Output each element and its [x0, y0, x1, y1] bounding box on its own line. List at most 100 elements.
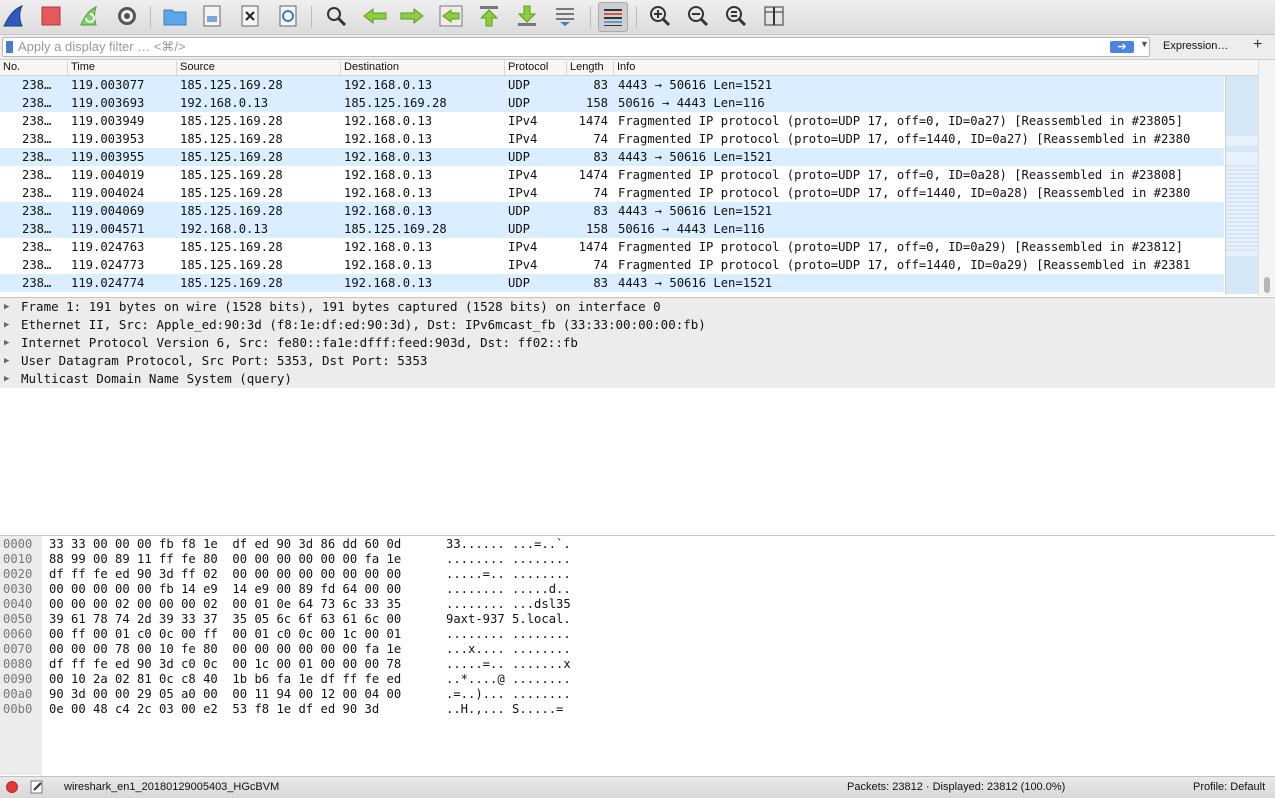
last-packet-icon[interactable]	[513, 2, 541, 30]
scrollbar-thumb[interactable]	[1264, 277, 1270, 293]
column-source[interactable]: Source	[176, 61, 215, 75]
packet-length: 74	[593, 132, 608, 146]
packet-source: 185.125.169.28	[180, 258, 283, 272]
packet-source: 185.125.169.28	[180, 240, 283, 254]
packet-time: 119.003955	[71, 150, 145, 164]
back-arrow-icon[interactable]	[361, 2, 389, 30]
packet-length: 1474	[578, 168, 608, 182]
table-row[interactable]: 238… 119.003949 185.125.169.28 192.168.0…	[0, 112, 1224, 130]
go-to-packet-icon[interactable]	[437, 2, 465, 30]
packet-length: 83	[593, 276, 608, 290]
zoom-normal-icon[interactable]	[722, 2, 750, 30]
detail-text: Multicast Domain Name System (query)	[21, 371, 292, 386]
column-length[interactable]: Length	[566, 61, 604, 75]
forward-arrow-icon[interactable]	[398, 2, 426, 30]
zoom-out-icon[interactable]	[684, 2, 712, 30]
options-gear-icon[interactable]	[113, 2, 141, 30]
packet-length: 83	[593, 204, 608, 218]
detail-ethernet[interactable]: ▶ Ethernet II, Src: Apple_ed:90:3d (f8:1…	[0, 316, 1275, 334]
byte-ascii: 33...... ...=..`.	[446, 537, 571, 551]
detail-udp[interactable]: ▶ User Datagram Protocol, Src Port: 5353…	[0, 352, 1275, 370]
apply-filter-arrow-icon[interactable]: ➔	[1110, 41, 1134, 53]
byte-offset: 0050	[3, 612, 33, 626]
expand-triangle-icon[interactable]: ▶	[4, 316, 9, 334]
autoscroll-icon[interactable]	[551, 2, 579, 30]
packet-destination: 192.168.0.13	[344, 258, 433, 272]
packet-length: 74	[593, 258, 608, 272]
packet-destination: 192.168.0.13	[344, 132, 433, 146]
packet-length: 83	[593, 150, 608, 164]
find-icon[interactable]	[322, 2, 350, 30]
expert-info-icon[interactable]	[6, 781, 18, 793]
restart-icon[interactable]	[75, 2, 103, 30]
open-folder-icon[interactable]	[161, 2, 189, 30]
byte-offset: 0080	[3, 657, 33, 671]
expand-triangle-icon[interactable]: ▶	[4, 298, 9, 316]
bookmark-icon[interactable]	[6, 41, 13, 53]
colorize-icon[interactable]	[598, 2, 628, 32]
expand-triangle-icon[interactable]: ▶	[4, 334, 9, 352]
expand-triangle-icon[interactable]: ▶	[4, 352, 9, 370]
stop-icon[interactable]	[37, 2, 65, 30]
packet-protocol: IPv4	[508, 168, 538, 182]
capture-file-name: wireshark_en1_20180129005403_HGcBVM	[64, 781, 280, 793]
expression-button[interactable]: Expression…	[1163, 40, 1228, 52]
table-row[interactable]: 238… 119.003953 185.125.169.28 192.168.0…	[0, 130, 1224, 148]
table-row[interactable]: 238… 119.004024 185.125.169.28 192.168.0…	[0, 184, 1224, 202]
byte-offset: 0040	[3, 597, 33, 611]
packet-destination: 192.168.0.13	[344, 114, 433, 128]
packet-protocol: IPv4	[508, 240, 538, 254]
save-file-icon[interactable]	[198, 2, 226, 30]
byte-ascii: .=..)... ........	[446, 687, 571, 701]
table-row[interactable]: 238… 119.003077 185.125.169.28 192.168.0…	[0, 76, 1224, 94]
packet-time: 119.024773	[71, 258, 145, 272]
table-row[interactable]: 238… 119.024763 185.125.169.28 192.168.0…	[0, 238, 1224, 256]
column-destination[interactable]: Destination	[340, 61, 399, 75]
packet-no: 238…	[22, 204, 52, 218]
display-filter-input[interactable]: Apply a display filter … <⌘/> ➔ ▼	[2, 37, 1150, 57]
capture-comment-icon[interactable]	[30, 780, 44, 797]
packet-minimap[interactable]	[1225, 76, 1258, 294]
column-info[interactable]: Info	[613, 61, 635, 75]
profile-selector[interactable]: Profile: Default	[1193, 781, 1265, 793]
detail-frame[interactable]: ▶ Frame 1: 191 bytes on wire (1528 bits)…	[0, 298, 1275, 316]
add-filter-button[interactable]: +	[1253, 36, 1262, 54]
byte-ascii: ...x.... ........	[446, 642, 571, 656]
column-time[interactable]: Time	[67, 61, 95, 75]
close-file-icon[interactable]	[236, 2, 264, 30]
packet-no: 238…	[22, 168, 52, 182]
table-row[interactable]: 238… 119.003955 185.125.169.28 192.168.0…	[0, 148, 1224, 166]
shark-fin-icon[interactable]	[0, 2, 28, 30]
byte-offset: 00a0	[3, 687, 33, 701]
resize-columns-icon[interactable]	[760, 2, 788, 30]
table-row[interactable]: 238… 119.004019 185.125.169.28 192.168.0…	[0, 166, 1224, 184]
column-protocol[interactable]: Protocol	[504, 61, 548, 75]
packet-details-pane: ▶ Frame 1: 191 bytes on wire (1528 bits)…	[0, 297, 1275, 535]
expand-triangle-icon[interactable]: ▶	[4, 370, 9, 388]
detail-mdns[interactable]: ▶ Multicast Domain Name System (query)	[0, 370, 1275, 388]
byte-offset: 0090	[3, 672, 33, 686]
packet-no: 238…	[22, 150, 52, 164]
packet-protocol: UDP	[508, 78, 531, 92]
column-no[interactable]: No.	[0, 61, 20, 75]
packet-destination: 192.168.0.13	[344, 168, 433, 182]
packet-count: Packets: 23812 · Displayed: 23812 (100.0…	[847, 781, 1066, 793]
byte-ascii: ........ ...dsl35	[446, 597, 571, 611]
byte-offset: 0070	[3, 642, 33, 656]
detail-ipv6[interactable]: ▶ Internet Protocol Version 6, Src: fe80…	[0, 334, 1275, 352]
reload-icon[interactable]	[274, 2, 302, 30]
table-row[interactable]: 238… 119.003693 192.168.0.13 185.125.169…	[0, 94, 1224, 112]
first-packet-icon[interactable]	[475, 2, 503, 30]
chevron-down-icon[interactable]: ▼	[1140, 39, 1149, 49]
table-row[interactable]: 238… 119.024773 185.125.169.28 192.168.0…	[0, 256, 1224, 274]
packet-time: 119.004069	[71, 204, 145, 218]
table-row[interactable]: 238… 119.024774 185.125.169.28 192.168.0…	[0, 274, 1224, 292]
packet-destination: 192.168.0.13	[344, 150, 433, 164]
detail-text: Ethernet II, Src: Apple_ed:90:3d (f8:1e:…	[21, 317, 706, 332]
packet-no: 238…	[22, 186, 52, 200]
table-row[interactable]: 238… 119.004069 185.125.169.28 192.168.0…	[0, 202, 1224, 220]
zoom-in-icon[interactable]	[646, 2, 674, 30]
byte-offset: 0000	[3, 537, 33, 551]
packet-list-scrollbar[interactable]	[1258, 60, 1275, 296]
table-row[interactable]: 238… 119.004571 192.168.0.13 185.125.169…	[0, 220, 1224, 238]
